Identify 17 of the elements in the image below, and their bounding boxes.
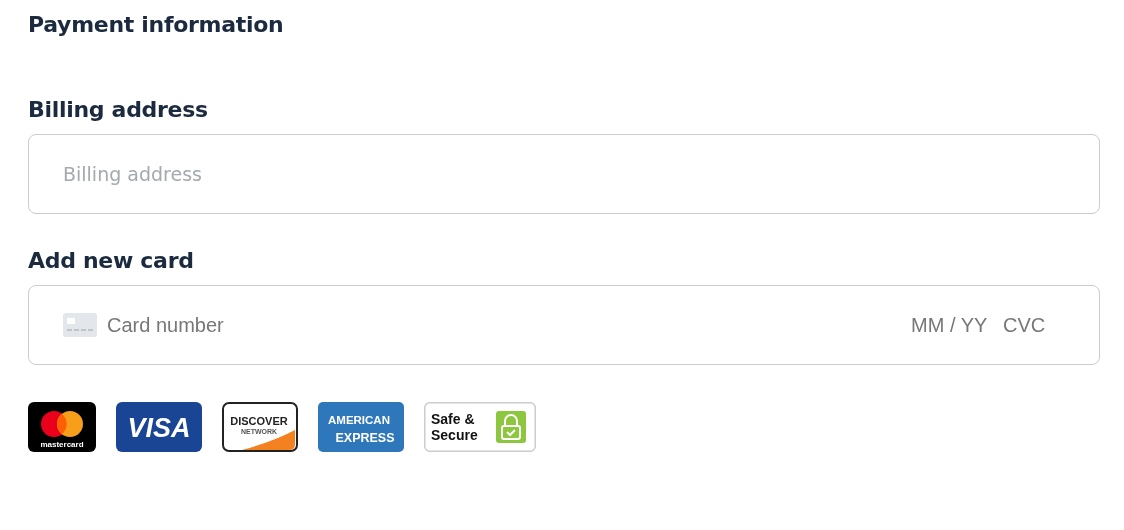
- section-heading: Payment information: [28, 12, 285, 37]
- cvc-input[interactable]: CVC: [1003, 313, 1053, 337]
- logo-text: VISA: [127, 413, 191, 443]
- section-heading: Add new card: [28, 248, 195, 273]
- overlapping-circles-icon: [41, 411, 83, 437]
- credit-card-icon: [63, 313, 97, 337]
- logo-text: mastercard: [40, 440, 84, 449]
- logo-text: AMERICAN: [328, 414, 390, 426]
- logo-text: EXPRESS: [335, 431, 395, 445]
- logo-text: Safe &: [431, 411, 475, 427]
- section-heading: Billing address: [28, 97, 209, 122]
- logo-text: Secure: [431, 427, 478, 443]
- expiry-input[interactable]: MM / YY: [911, 313, 993, 337]
- logo-text: DISCOVER: [230, 415, 288, 427]
- card-number-input[interactable]: Card number: [107, 313, 901, 337]
- billing-address-field[interactable]: Billing address: [28, 134, 1100, 214]
- padlock-icon: [496, 411, 526, 443]
